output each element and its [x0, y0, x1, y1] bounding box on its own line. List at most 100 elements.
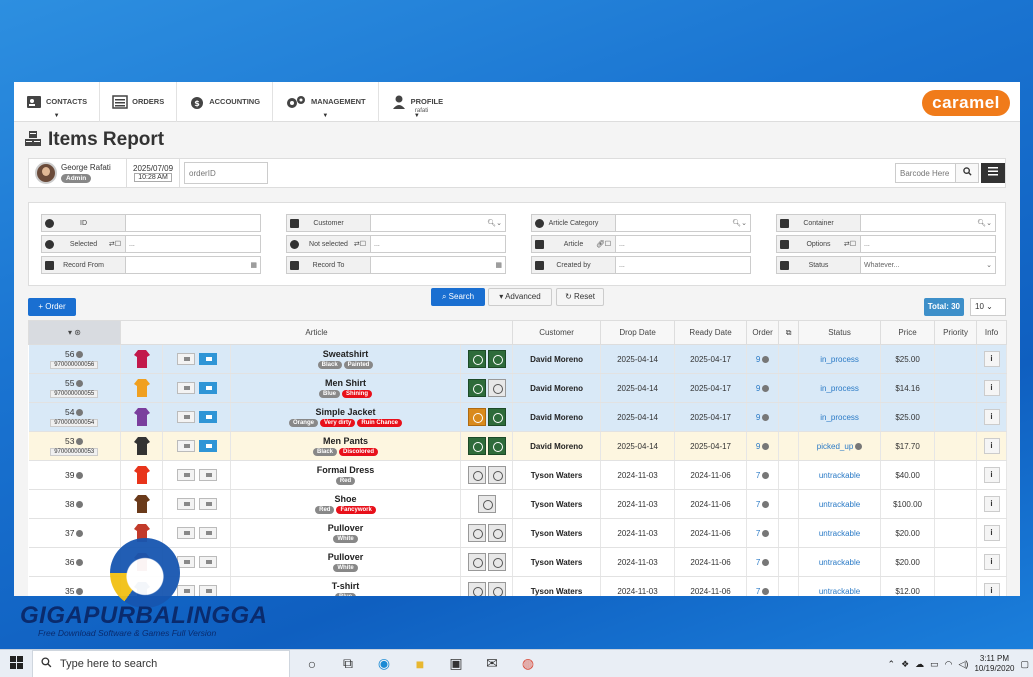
file-explorer-icon[interactable]: ■: [402, 650, 438, 677]
info-button[interactable]: i: [983, 438, 1000, 454]
price-header[interactable]: Price: [880, 320, 936, 345]
customer-name[interactable]: Tyson Waters: [531, 500, 583, 509]
info-icon[interactable]: [76, 559, 84, 567]
wifi-icon[interactable]: ◠: [945, 659, 953, 670]
start-button[interactable]: [0, 650, 32, 677]
barcode-button[interactable]: [176, 353, 195, 365]
filter-customer-select[interactable]: 🔍︎⌄: [370, 214, 506, 232]
link-checkbox-icon[interactable]: 🔗︎☐: [596, 240, 611, 248]
image-button[interactable]: [198, 411, 217, 423]
info-icon[interactable]: [762, 413, 770, 421]
notifications-icon[interactable]: ▢: [1020, 659, 1029, 670]
status-link[interactable]: untrackable: [819, 529, 860, 538]
info-icon[interactable]: [855, 442, 863, 450]
order-link[interactable]: 9: [756, 442, 760, 451]
info-icon[interactable]: [762, 355, 770, 363]
filter-record-to-input[interactable]: ▦: [370, 256, 506, 274]
info-button[interactable]: i: [983, 409, 1000, 425]
service-icon[interactable]: [467, 582, 486, 596]
advanced-button[interactable]: ▾ Advanced: [488, 288, 552, 306]
filter-options-input[interactable]: ...: [860, 235, 996, 253]
page-size-select[interactable]: 10 ⌄: [970, 298, 1006, 316]
drop-date-header[interactable]: Drop Date: [600, 320, 676, 345]
customer-name[interactable]: Tyson Waters: [531, 587, 583, 596]
table-row[interactable]: 37 Pullover White Tyson Waters 2024-11-03…: [28, 518, 1008, 548]
barcode-button[interactable]: [176, 411, 195, 423]
orderid-input[interactable]: [184, 162, 269, 184]
order-link[interactable]: 9: [756, 413, 760, 422]
service-icon[interactable]: [487, 379, 506, 397]
barcode-button[interactable]: [176, 585, 195, 596]
status-link[interactable]: in_process: [820, 384, 859, 393]
info-icon[interactable]: [76, 351, 84, 359]
article-header[interactable]: Article: [119, 320, 514, 345]
priority-header[interactable]: Priority: [934, 320, 978, 345]
info-icon[interactable]: [76, 588, 84, 596]
status-link[interactable]: in_process: [820, 355, 859, 364]
filter-record-from-input[interactable]: ▦: [125, 256, 261, 274]
order-header[interactable]: Order: [746, 320, 780, 345]
image-button[interactable]: [198, 440, 217, 452]
status-link[interactable]: untrackable: [819, 587, 860, 596]
menu-button[interactable]: [981, 163, 1005, 183]
container-header[interactable]: ⧉: [778, 320, 800, 345]
filter-created-by-input[interactable]: ...: [615, 256, 751, 274]
info-icon[interactable]: [762, 587, 770, 595]
barcode-button[interactable]: [176, 382, 195, 394]
info-icon[interactable]: [76, 501, 84, 509]
task-view-icon[interactable]: ⧉: [330, 650, 366, 677]
image-button[interactable]: [198, 353, 217, 365]
customer-name[interactable]: Tyson Waters: [531, 558, 583, 567]
mail-icon[interactable]: ✉: [474, 650, 510, 677]
nav-management[interactable]: MANAGEMENT ▼: [273, 82, 379, 122]
filter-article-category-select[interactable]: 🔍︎⌄: [615, 214, 751, 232]
service-icon[interactable]: [487, 350, 506, 368]
service-icon[interactable]: [487, 466, 506, 484]
info-icon[interactable]: [762, 529, 770, 537]
info-icon[interactable]: [762, 558, 770, 566]
info-icon[interactable]: [76, 530, 84, 538]
edge-icon[interactable]: ◉: [366, 650, 402, 677]
order-link[interactable]: 7: [756, 587, 760, 596]
ready-date-header[interactable]: Ready Date: [674, 320, 748, 345]
nav-orders[interactable]: ORDERS: [100, 82, 178, 122]
service-icon[interactable]: [467, 437, 486, 455]
reset-button[interactable]: ↻ Reset: [556, 288, 604, 306]
table-row[interactable]: 56 970000000056 Sweatshirt Black Painted Da…: [28, 344, 1008, 374]
filter-not-selected-input[interactable]: ...: [370, 235, 506, 253]
info-icon[interactable]: [762, 442, 770, 450]
order-link[interactable]: 9: [756, 384, 760, 393]
customer-name[interactable]: Tyson Waters: [531, 471, 583, 480]
clock[interactable]: 3:11 PM 10/19/2020: [974, 654, 1014, 674]
info-button[interactable]: i: [983, 496, 1000, 512]
image-button[interactable]: [198, 556, 217, 568]
chevron-up-icon[interactable]: ⌃: [888, 659, 896, 670]
swap-checkbox-icon[interactable]: ⇄☐: [354, 240, 366, 248]
battery-icon[interactable]: ▭: [930, 659, 939, 670]
status-link[interactable]: untrackable: [819, 558, 860, 567]
barcode-input[interactable]: [895, 163, 957, 183]
status-link[interactable]: untrackable: [819, 500, 860, 509]
barcode-button[interactable]: [176, 527, 195, 539]
barcode-button[interactable]: [176, 469, 195, 481]
table-row[interactable]: 54 970000000054 Simple Jacket Orange Very d…: [28, 402, 1008, 432]
info-icon[interactable]: [76, 380, 84, 388]
service-icon[interactable]: [467, 379, 486, 397]
image-button[interactable]: [198, 382, 217, 394]
status-header[interactable]: Status: [798, 320, 882, 345]
add-order-button[interactable]: + Order: [28, 298, 76, 316]
customer-name[interactable]: David Moreno: [530, 442, 583, 451]
service-icon[interactable]: [467, 350, 486, 368]
service-icon[interactable]: [467, 408, 486, 426]
service-icon[interactable]: [487, 437, 506, 455]
service-icon[interactable]: [487, 408, 506, 426]
caramel-logo[interactable]: caramel: [922, 90, 1010, 116]
order-link[interactable]: 7: [756, 471, 760, 480]
nav-profile[interactable]: PROFILE rafati ▼: [379, 82, 456, 122]
volume-icon[interactable]: ◁): [959, 659, 969, 670]
info-button[interactable]: i: [983, 525, 1000, 541]
customer-name[interactable]: David Moreno: [530, 355, 583, 364]
taskbar-search[interactable]: Type here to search: [32, 649, 290, 677]
info-icon[interactable]: [76, 438, 84, 446]
customer-name[interactable]: David Moreno: [530, 413, 583, 422]
